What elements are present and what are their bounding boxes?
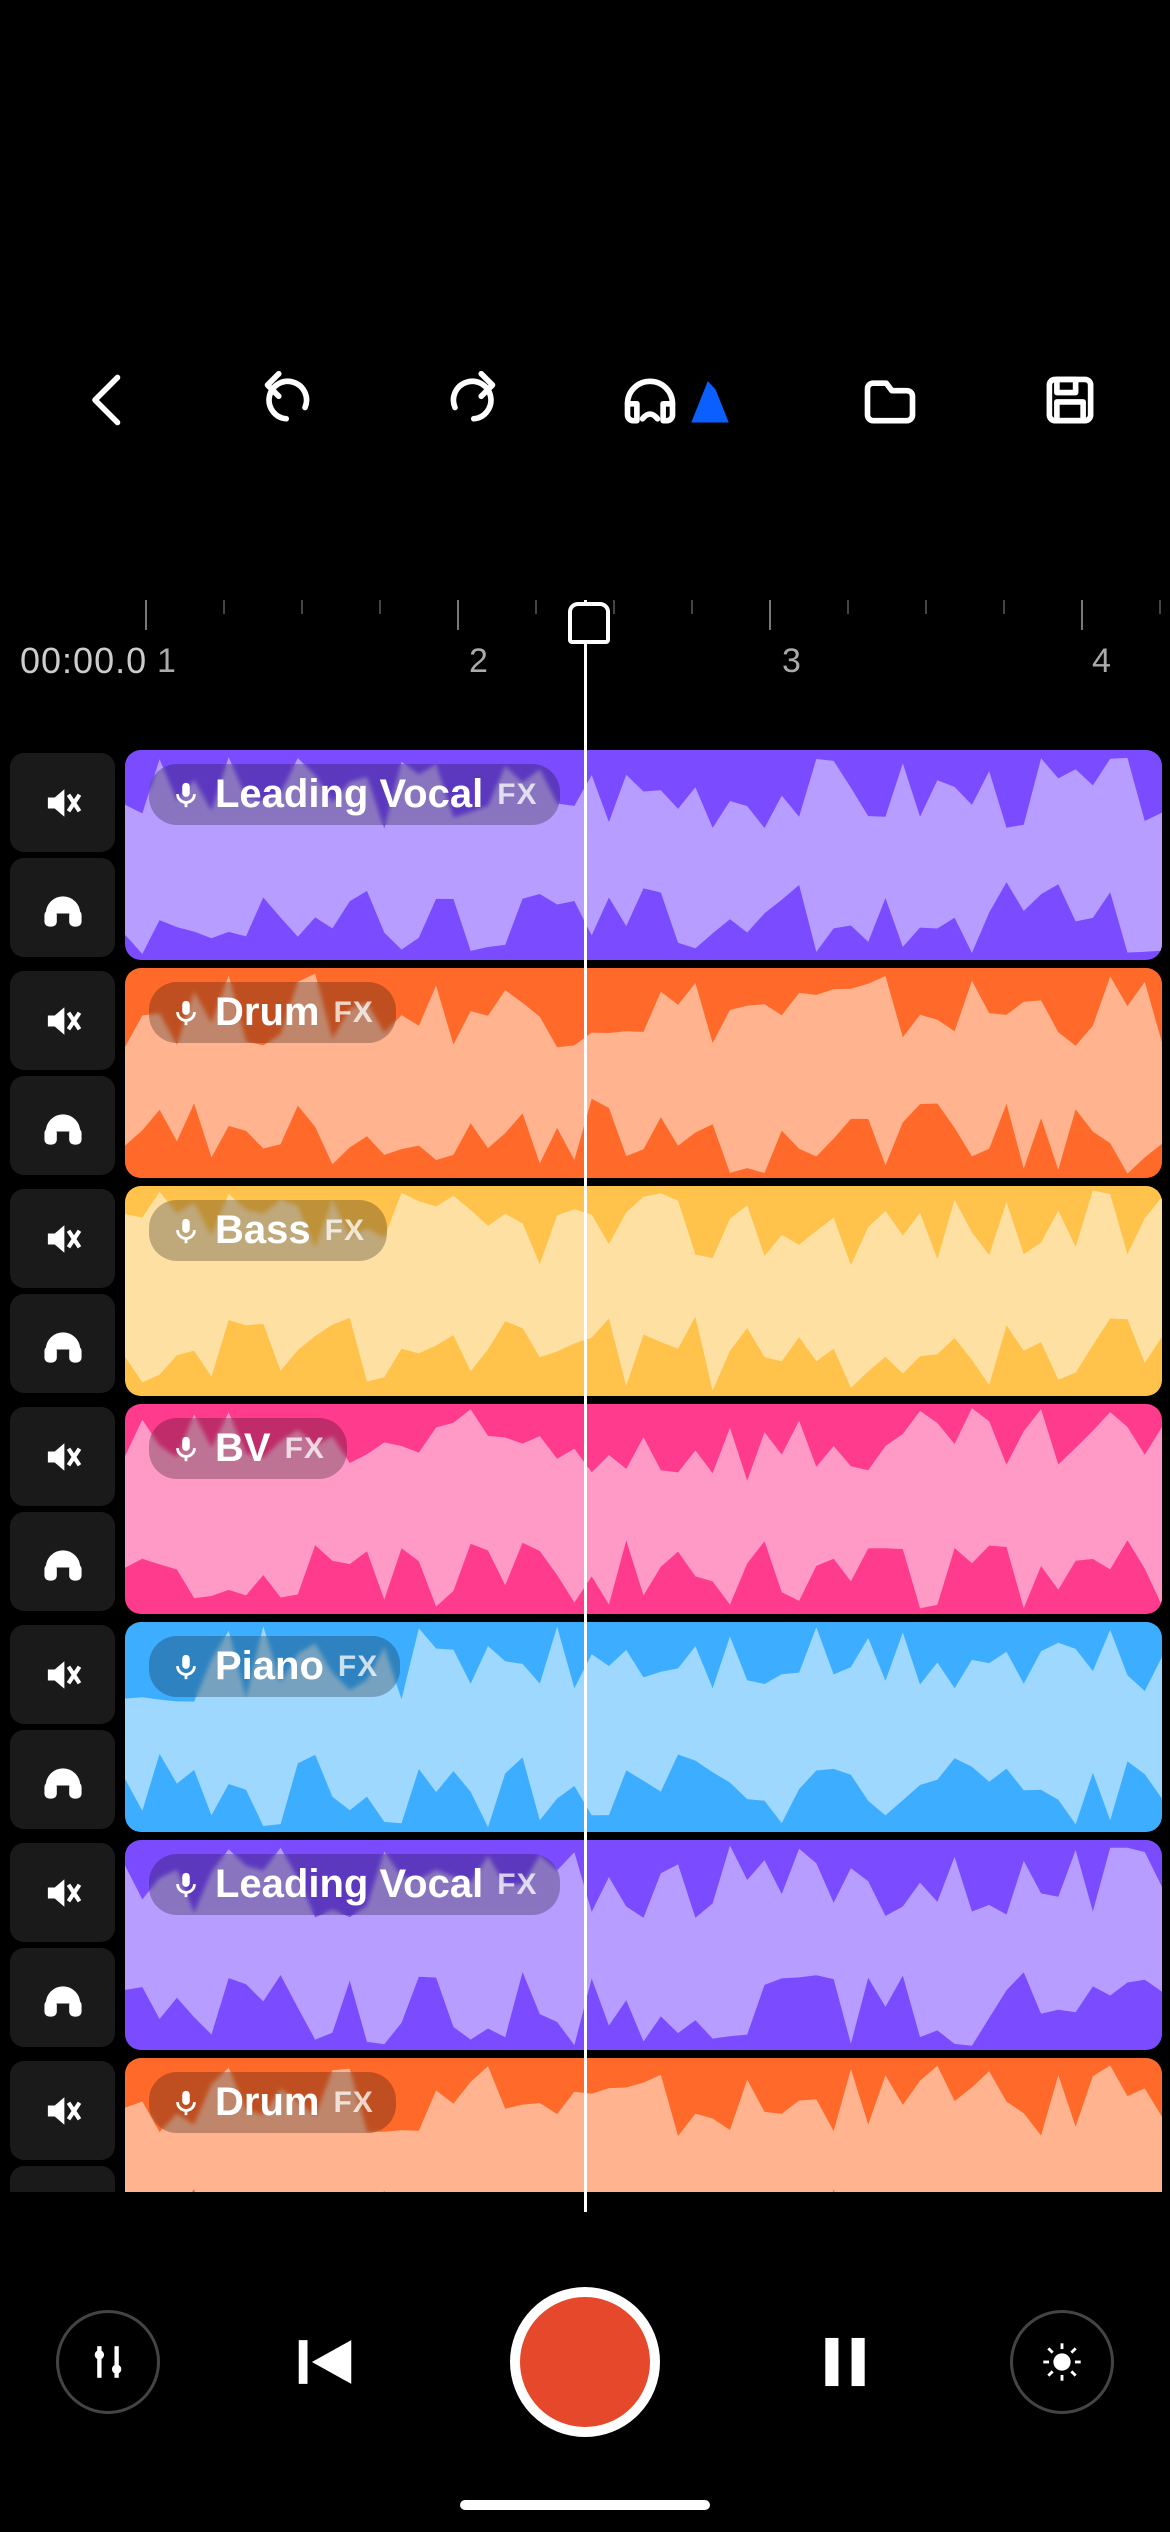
mute-button[interactable] bbox=[10, 2061, 115, 2160]
track-name: Drum bbox=[215, 990, 319, 1035]
playhead[interactable] bbox=[584, 600, 587, 2212]
back-button[interactable] bbox=[80, 370, 140, 430]
track-label-chip[interactable]: Leading Vocal FX bbox=[149, 764, 560, 825]
mixer-button[interactable] bbox=[56, 2310, 160, 2414]
ruler-mark: 3 bbox=[782, 642, 801, 681]
mute-button[interactable] bbox=[10, 1189, 115, 1288]
solo-headphones-button[interactable] bbox=[10, 1512, 115, 1611]
metronome-button[interactable] bbox=[680, 370, 740, 430]
transport-bar bbox=[0, 2262, 1170, 2462]
solo-headphones-button[interactable] bbox=[10, 1948, 115, 2047]
track-name: Leading Vocal bbox=[215, 772, 483, 817]
solo-headphones-button[interactable] bbox=[10, 1076, 115, 1175]
audio-clip[interactable]: BV FX bbox=[125, 1404, 1162, 1614]
monitor-button[interactable] bbox=[620, 370, 680, 430]
track-name: BV bbox=[215, 1426, 271, 1471]
mute-button[interactable] bbox=[10, 753, 115, 852]
audio-clip[interactable]: Drum FX bbox=[125, 968, 1162, 1178]
mic-icon bbox=[171, 780, 201, 810]
track-label-chip[interactable]: BV FX bbox=[149, 1418, 347, 1479]
pause-button[interactable] bbox=[810, 2327, 880, 2397]
audio-clip[interactable]: Leading Vocal FX bbox=[125, 1840, 1162, 2050]
mic-icon bbox=[171, 1216, 201, 1246]
fx-badge: FX bbox=[285, 1432, 325, 1466]
mic-icon bbox=[171, 2088, 201, 2118]
track-controls bbox=[0, 1186, 125, 1396]
audio-clip[interactable]: Bass FX bbox=[125, 1186, 1162, 1396]
solo-headphones-button[interactable] bbox=[10, 858, 115, 957]
timecode: 00:00.0 bbox=[20, 640, 147, 682]
solo-headphones-button[interactable] bbox=[10, 2166, 115, 2192]
top-toolbar bbox=[0, 340, 1170, 460]
track-label-chip[interactable]: Bass FX bbox=[149, 1200, 387, 1261]
folder-button[interactable] bbox=[860, 370, 920, 430]
mute-button[interactable] bbox=[10, 1407, 115, 1506]
track-name: Piano bbox=[215, 1644, 324, 1689]
mic-icon bbox=[171, 1652, 201, 1682]
track-label-chip[interactable]: Piano FX bbox=[149, 1636, 400, 1697]
track-controls bbox=[0, 1622, 125, 1832]
save-button[interactable] bbox=[1040, 370, 1100, 430]
fx-badge: FX bbox=[325, 1214, 365, 1248]
undo-button[interactable] bbox=[260, 370, 320, 430]
ruler-mark: 1 bbox=[157, 642, 176, 681]
fx-badge: FX bbox=[333, 2086, 373, 2120]
track-name: Drum bbox=[215, 2080, 319, 2125]
ruler-mark: 2 bbox=[469, 642, 488, 681]
redo-button[interactable] bbox=[440, 370, 500, 430]
fx-badge: FX bbox=[333, 996, 373, 1030]
track-controls bbox=[0, 1840, 125, 2050]
track-controls bbox=[0, 2058, 125, 2192]
track-label-chip[interactable]: Drum FX bbox=[149, 982, 396, 1043]
mic-icon bbox=[171, 998, 201, 1028]
skip-start-button[interactable] bbox=[290, 2327, 360, 2397]
track-name: Leading Vocal bbox=[215, 1862, 483, 1907]
home-indicator bbox=[460, 2500, 710, 2510]
audio-clip[interactable]: Drum FX bbox=[125, 2058, 1162, 2192]
solo-headphones-button[interactable] bbox=[10, 1730, 115, 1829]
track-controls bbox=[0, 750, 125, 960]
mic-icon bbox=[171, 1870, 201, 1900]
track-controls bbox=[0, 968, 125, 1178]
audio-clip[interactable]: Leading Vocal FX bbox=[125, 750, 1162, 960]
mute-button[interactable] bbox=[10, 971, 115, 1070]
fx-badge: FX bbox=[497, 1868, 537, 1902]
ruler-mark: 4 bbox=[1092, 642, 1111, 681]
track-name: Bass bbox=[215, 1208, 311, 1253]
record-button[interactable] bbox=[510, 2287, 660, 2437]
mute-button[interactable] bbox=[10, 1843, 115, 1942]
settings-button[interactable] bbox=[1010, 2310, 1114, 2414]
audio-clip[interactable]: Piano FX bbox=[125, 1622, 1162, 1832]
fx-badge: FX bbox=[497, 778, 537, 812]
track-label-chip[interactable]: Drum FX bbox=[149, 2072, 396, 2133]
track-controls bbox=[0, 1404, 125, 1614]
solo-headphones-button[interactable] bbox=[10, 1294, 115, 1393]
mic-icon bbox=[171, 1434, 201, 1464]
mute-button[interactable] bbox=[10, 1625, 115, 1724]
track-label-chip[interactable]: Leading Vocal FX bbox=[149, 1854, 560, 1915]
fx-badge: FX bbox=[338, 1650, 378, 1684]
